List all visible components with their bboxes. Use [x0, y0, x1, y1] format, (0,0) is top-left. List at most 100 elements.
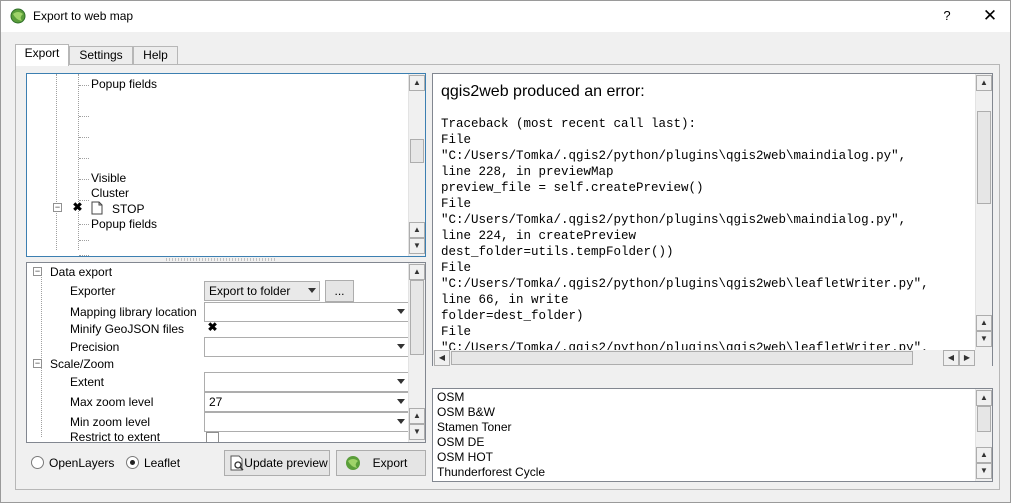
tab-help[interactable]: Help — [133, 46, 178, 65]
export-button[interactable]: Export — [336, 450, 426, 476]
scroll-up-icon[interactable]: ▲ — [976, 447, 992, 463]
section-scale-zoom: Scale/Zoom — [50, 357, 115, 371]
preview-vertical-scrollbar[interactable]: ▲ ▲ ▼ — [975, 74, 992, 350]
layer-stop-checkbox[interactable]: ✖ — [71, 201, 84, 215]
error-traceback: Traceback (most recent call last): File … — [441, 117, 929, 350]
min-zoom-select[interactable] — [204, 412, 409, 432]
extent-select[interactable] — [204, 372, 409, 392]
preview-panel[interactable]: qgis2web produced an error: Traceback (m… — [432, 73, 993, 367]
qgis-icon — [346, 456, 360, 470]
precision-label: Precision — [70, 340, 120, 354]
error-content: qgis2web produced an error: Traceback (m… — [433, 74, 975, 350]
browse-button[interactable]: ... — [325, 280, 354, 302]
chevron-down-icon — [397, 344, 405, 349]
tab-settings[interactable]: Settings — [69, 46, 133, 65]
scroll-up-icon[interactable]: ▲ — [976, 315, 992, 331]
leaflet-label: Leaflet — [144, 456, 181, 470]
list-item[interactable]: Thunderforest Cycle — [437, 465, 545, 479]
layer-tree[interactable]: Popup fields Visible Cluster − ✖ STOP Po… — [26, 73, 426, 257]
tree-item-cluster[interactable]: Cluster — [91, 186, 129, 200]
scroll-up-icon[interactable]: ▲ — [976, 390, 992, 406]
openlayers-label: OpenLayers — [49, 456, 115, 470]
minify-checkbox[interactable]: ✖ — [206, 321, 219, 335]
splitter-handle[interactable] — [166, 258, 276, 261]
scroll-thumb[interactable] — [410, 139, 424, 163]
list-item[interactable]: OSM HOT — [437, 450, 493, 464]
tree-guide — [79, 158, 89, 159]
scroll-left-icon[interactable]: ◀ — [943, 350, 959, 366]
minify-label: Minify GeoJSON files — [70, 322, 185, 336]
export-properties[interactable]: − Data export Exporter Export to folder … — [26, 262, 426, 443]
restrict-extent-label: Restrict to extent — [70, 430, 161, 441]
leaflet-radio[interactable] — [126, 456, 139, 469]
scroll-down-icon[interactable]: ▼ — [976, 331, 992, 347]
max-zoom-select[interactable]: 27 — [204, 392, 409, 412]
extent-label: Extent — [70, 375, 105, 389]
tree-item-popup-fields[interactable]: Popup fields — [91, 77, 157, 91]
close-button[interactable]: ✕ — [979, 5, 1001, 27]
tree-guide — [41, 277, 42, 362]
scroll-up-icon[interactable]: ▲ — [409, 222, 425, 238]
export-label: Export — [372, 456, 408, 470]
tree-guide — [79, 85, 89, 86]
restrict-extent-checkbox[interactable] — [206, 432, 219, 442]
basemap-list-scrollbar[interactable]: ▲ ▲ ▼ — [975, 389, 992, 481]
update-preview-button[interactable]: Update preview — [224, 450, 330, 476]
tree-guide — [41, 367, 42, 437]
tree-item-popup-fields[interactable]: Popup fields — [91, 217, 157, 231]
collapse-icon[interactable]: − — [53, 203, 62, 212]
chevron-down-icon — [397, 309, 405, 314]
tree-guide — [79, 240, 89, 241]
error-title: qgis2web produced an error: — [441, 83, 645, 100]
tree-item-visible[interactable]: Visible — [91, 171, 126, 185]
layer-tree-scrollbar[interactable]: ▲ ▲ ▼ — [408, 74, 425, 256]
max-zoom-label: Max zoom level — [70, 395, 154, 409]
scroll-down-icon[interactable]: ▼ — [409, 424, 425, 440]
collapse-icon[interactable]: − — [33, 267, 42, 276]
title-bar: Export to web map ? ✕ — [1, 1, 1010, 32]
properties-scrollbar[interactable]: ▲ ▲ ▼ — [408, 263, 425, 442]
scroll-right-icon[interactable]: ▶ — [959, 350, 975, 366]
scroll-up-icon[interactable]: ▲ — [409, 408, 425, 424]
scroll-down-icon[interactable]: ▼ — [409, 238, 425, 254]
list-item[interactable]: OSM B&W — [437, 405, 495, 419]
layer-file-icon — [91, 201, 103, 215]
window-title: Export to web map — [33, 9, 134, 23]
tree-guide — [79, 255, 89, 256]
tree-guide — [79, 179, 89, 180]
preview-horizontal-scrollbar[interactable]: ◀ ◀ ▶ — [433, 350, 992, 367]
export-tab-pane: Popup fields Visible Cluster − ✖ STOP Po… — [15, 64, 1000, 490]
section-data-export: Data export — [50, 265, 113, 279]
tree-item-stop[interactable]: STOP — [112, 202, 144, 216]
tree-guide — [79, 137, 89, 138]
mapping-library-select[interactable] — [204, 302, 409, 322]
basemap-list[interactable]: OSM OSM B&W Stamen Toner OSM DE OSM HOT … — [432, 388, 993, 482]
collapse-icon[interactable]: − — [33, 359, 42, 368]
scroll-up-icon[interactable]: ▲ — [976, 75, 992, 91]
scroll-up-icon[interactable]: ▲ — [409, 75, 425, 91]
scroll-thumb[interactable] — [977, 406, 991, 432]
min-zoom-label: Min zoom level — [70, 415, 151, 429]
openlayers-radio[interactable] — [31, 456, 44, 469]
scroll-thumb[interactable] — [451, 351, 913, 365]
export-dialog: Export to web map ? ✕ Export Settings He… — [0, 0, 1011, 503]
precision-select[interactable] — [204, 337, 409, 357]
scroll-thumb[interactable] — [977, 111, 991, 204]
chevron-down-icon — [397, 379, 405, 384]
radio-selected-dot — [130, 460, 135, 465]
list-item[interactable]: OSM — [437, 390, 464, 404]
exporter-label: Exporter — [70, 284, 116, 298]
exporter-select[interactable]: Export to folder — [204, 281, 320, 301]
scroll-thumb[interactable] — [410, 280, 424, 355]
list-item[interactable]: OSM DE — [437, 435, 484, 449]
scroll-down-icon[interactable]: ▼ — [976, 463, 992, 479]
preview-icon — [230, 455, 244, 471]
tree-guide — [56, 74, 57, 250]
update-preview-label: Update preview — [244, 456, 328, 470]
scroll-left-icon[interactable]: ◀ — [434, 350, 450, 366]
list-item[interactable]: Stamen Toner — [437, 420, 512, 434]
tab-export[interactable]: Export — [15, 44, 69, 66]
tree-guide — [79, 116, 89, 117]
scroll-up-icon[interactable]: ▲ — [409, 264, 425, 280]
help-button[interactable]: ? — [937, 5, 957, 27]
